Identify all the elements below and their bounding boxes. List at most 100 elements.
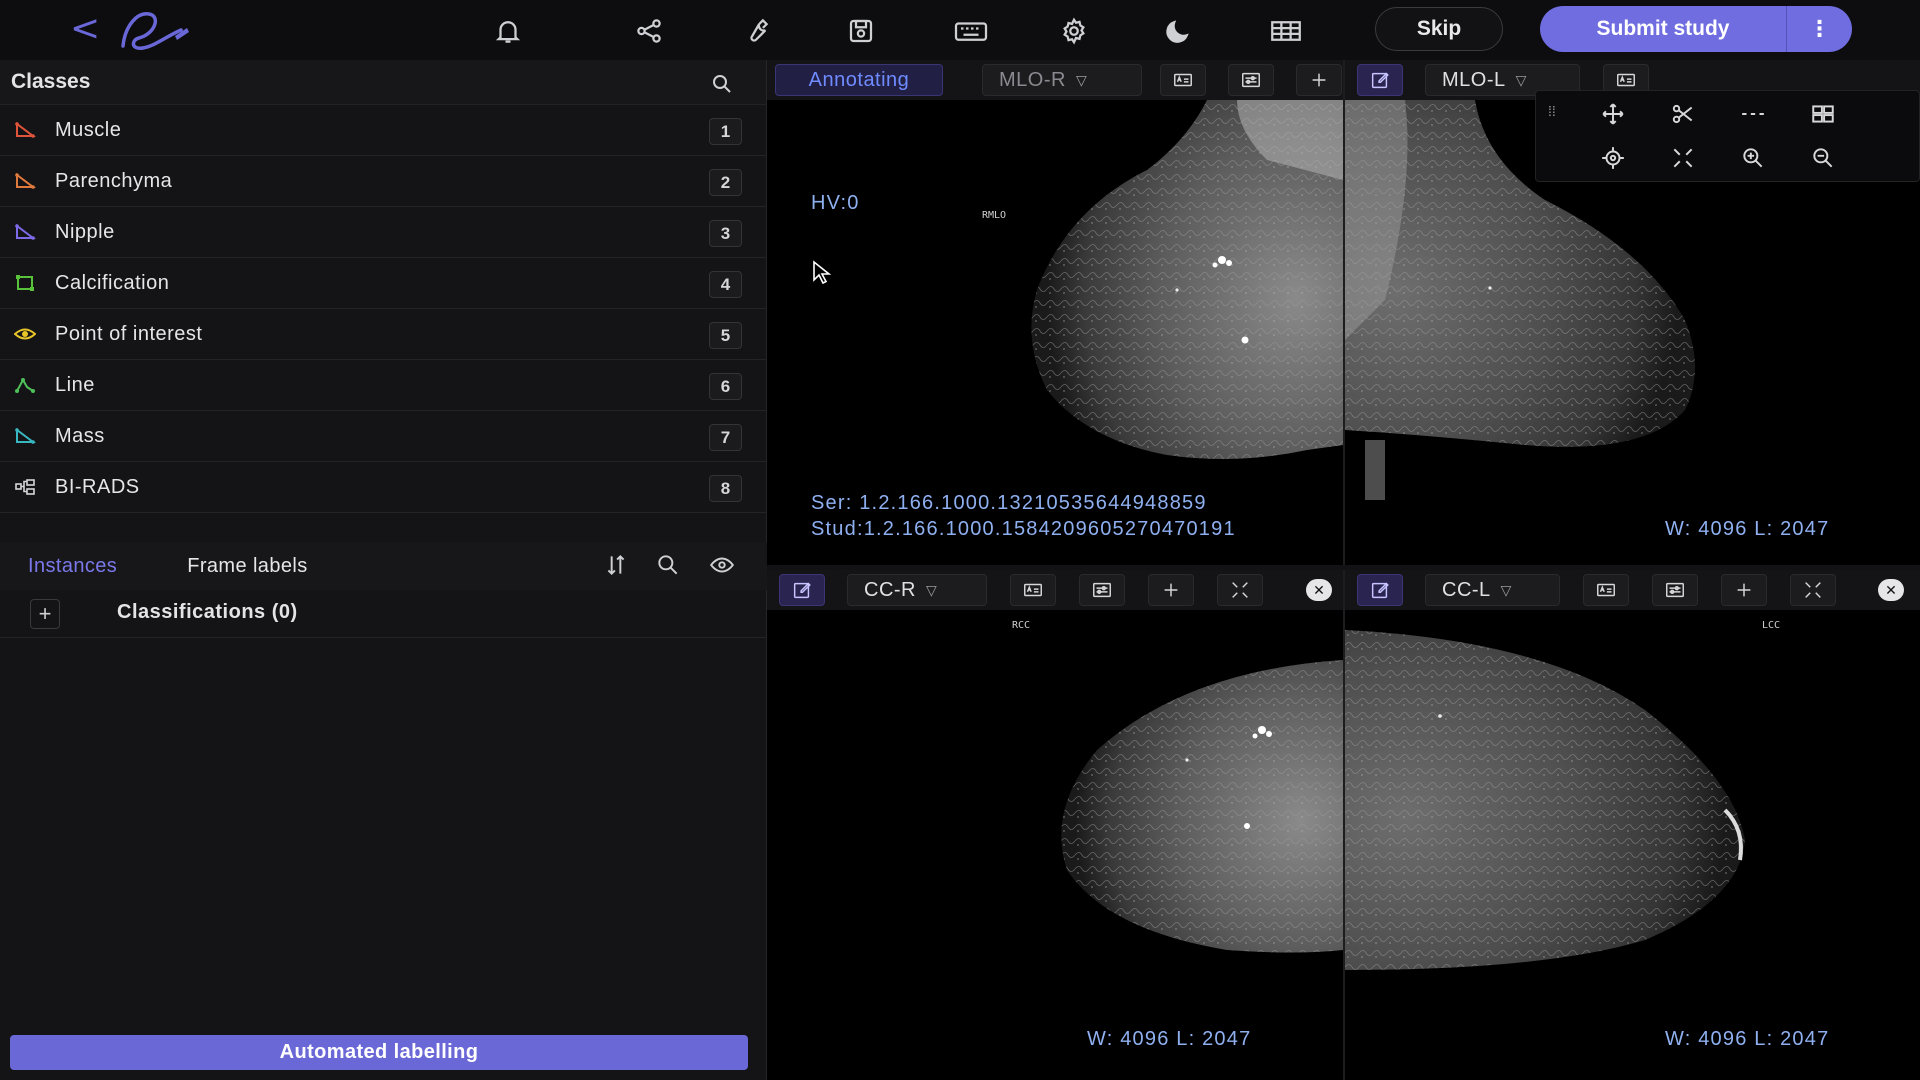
bell-icon[interactable] — [491, 14, 525, 48]
class-item-point-of-interest[interactable]: Point of interest 5 — [0, 309, 766, 360]
vertical-divider[interactable] — [1343, 60, 1345, 1080]
edit-icon[interactable] — [1357, 64, 1403, 96]
chevron-down-icon: ▽ — [1500, 581, 1512, 598]
classification-icon — [12, 476, 38, 498]
window-level: W: 4096 L: 2047 — [1665, 1028, 1830, 1050]
view-label: MLO-R — [999, 68, 1066, 91]
submit-label[interactable]: Submit study — [1540, 17, 1786, 41]
image-viewer: Annotating MLO-R ▽ HV:0 RMLO Ser: 1.2.166… — [767, 60, 1920, 1080]
view-label: CC-L — [1442, 578, 1491, 601]
viewport-cc-l[interactable]: CC-L ▽ ✕ LCC W: 4096 L: 2047 — [1345, 570, 1920, 1080]
add-icon[interactable] — [1721, 574, 1767, 606]
bounding-box-icon — [12, 272, 38, 294]
view-selector[interactable]: MLO-R ▽ — [982, 64, 1142, 96]
top-bar: < Skip Submit study ⋮ — [0, 0, 1920, 60]
hotkey-badge: 3 — [709, 220, 742, 247]
close-icon[interactable]: ✕ — [1306, 579, 1332, 601]
gear-icon[interactable] — [1057, 14, 1091, 48]
class-item-mass[interactable]: Mass 7 — [0, 411, 766, 462]
submit-study-button[interactable]: Submit study ⋮ — [1540, 6, 1852, 52]
viewport-toolbar: CC-R ▽ ✕ — [767, 570, 1343, 610]
search-icon[interactable] — [655, 552, 681, 583]
crosshair-icon[interactable] — [1596, 143, 1630, 173]
close-icon[interactable]: ✕ — [1878, 579, 1904, 601]
class-item-nipple[interactable]: Nipple 3 — [0, 207, 766, 258]
class-item-line[interactable]: Line 6 — [0, 360, 766, 411]
class-item-parenchyma[interactable]: Parenchyma 2 — [0, 156, 766, 207]
dashed-line-icon[interactable] — [1736, 99, 1770, 129]
zoom-out-icon[interactable] — [1806, 143, 1840, 173]
view-label: MLO-L — [1442, 68, 1506, 91]
class-item-muscle[interactable]: Muscle 1 — [0, 105, 766, 156]
add-icon[interactable] — [1148, 574, 1194, 606]
logo — [121, 12, 189, 50]
classes-header: Classes — [0, 60, 766, 105]
annotating-status: Annotating — [775, 64, 943, 96]
scissors-icon[interactable] — [1666, 99, 1700, 129]
skip-button[interactable]: Skip — [1375, 7, 1503, 51]
left-panel: Classes Muscle 1 Parenchyma 2 Nipple 3 Calcifi… — [0, 60, 767, 1080]
zoom-in-icon[interactable] — [1736, 143, 1770, 173]
add-icon[interactable] — [1296, 64, 1342, 96]
layout-icon[interactable] — [1806, 99, 1840, 129]
adjust-icon[interactable] — [1079, 574, 1125, 606]
class-label: Muscle — [55, 118, 122, 141]
sort-icon[interactable] — [603, 552, 629, 583]
class-item-calcification[interactable]: Calcification 4 — [0, 258, 766, 309]
class-label: Calcification — [55, 271, 170, 294]
overlay-toggle-icon[interactable] — [1583, 574, 1629, 606]
adjust-icon[interactable] — [1652, 574, 1698, 606]
chevron-down-icon: ▽ — [1515, 71, 1527, 88]
view-tag: RMLO — [982, 210, 1007, 221]
keyboard-icon[interactable] — [951, 14, 991, 48]
hotkey-badge: 5 — [709, 322, 742, 349]
tab-instances[interactable]: Instances — [28, 555, 117, 578]
view-selector[interactable]: CC-R ▽ — [847, 574, 987, 606]
move-icon[interactable] — [1596, 99, 1630, 129]
grid-layout-icon[interactable] — [1266, 14, 1306, 48]
overlay-toggle-icon[interactable] — [1160, 64, 1206, 96]
viewport-toolbar: Annotating MLO-R ▽ — [767, 60, 1343, 100]
wrench-icon[interactable] — [739, 14, 773, 48]
edit-icon[interactable] — [1357, 574, 1403, 606]
hotkey-badge: 2 — [709, 169, 742, 196]
hotkey-badge: 4 — [709, 271, 742, 298]
more-options-button[interactable]: ⋮ — [1787, 16, 1852, 42]
mammogram-rcc — [1061, 660, 1343, 953]
polygon-icon — [12, 221, 38, 243]
share-icon[interactable] — [632, 14, 666, 48]
class-label: BI-RADS — [55, 475, 140, 498]
add-classification-button[interactable]: + — [30, 599, 60, 629]
class-label: Line — [55, 373, 95, 396]
fullscreen-icon[interactable] — [1666, 143, 1700, 173]
eye-icon[interactable] — [709, 552, 735, 583]
chevron-down-icon: ▽ — [926, 581, 938, 598]
window-level: W: 4096 L: 2047 — [1665, 518, 1830, 540]
automated-labelling-button[interactable]: Automated labelling — [10, 1035, 748, 1070]
tab-frame-labels[interactable]: Frame labels — [187, 555, 307, 578]
view-selector[interactable]: CC-L ▽ — [1425, 574, 1560, 606]
study-uid: Stud:1.2.166.1000.1584209605270470191 — [811, 518, 1236, 540]
view-tag: LCC — [1762, 620, 1781, 631]
classifications-row[interactable]: + Classifications (0) — [0, 590, 767, 638]
hotkey-badge: 1 — [709, 118, 742, 145]
class-label: Mass — [55, 424, 105, 447]
save-icon[interactable] — [844, 14, 878, 48]
moon-icon[interactable] — [1161, 14, 1195, 48]
drag-handle-icon[interactable]: ⁞⁞ — [1548, 103, 1556, 119]
viewport-cc-r[interactable]: CC-R ▽ ✕ RCC W: 4096 L: 2047 — [767, 570, 1343, 1080]
mammogram-lcc — [1345, 630, 1745, 970]
polygon-icon — [12, 119, 38, 141]
fullscreen-icon[interactable] — [1790, 574, 1836, 606]
search-icon[interactable] — [710, 72, 734, 102]
adjust-icon[interactable] — [1228, 64, 1274, 96]
overlay-toggle-icon[interactable] — [1010, 574, 1056, 606]
viewport-mlo-r[interactable]: Annotating MLO-R ▽ HV:0 RMLO Ser: 1.2.166… — [767, 60, 1343, 565]
viewport-toolbar: CC-L ▽ ✕ — [1345, 570, 1920, 610]
class-item-bi-rads[interactable]: BI-RADS 8 — [0, 462, 766, 513]
fullscreen-icon[interactable] — [1217, 574, 1263, 606]
back-button[interactable]: < — [70, 8, 100, 49]
edit-icon[interactable] — [779, 574, 825, 606]
hanging-value: HV:0 — [811, 192, 860, 214]
horizontal-divider[interactable] — [767, 565, 1920, 570]
